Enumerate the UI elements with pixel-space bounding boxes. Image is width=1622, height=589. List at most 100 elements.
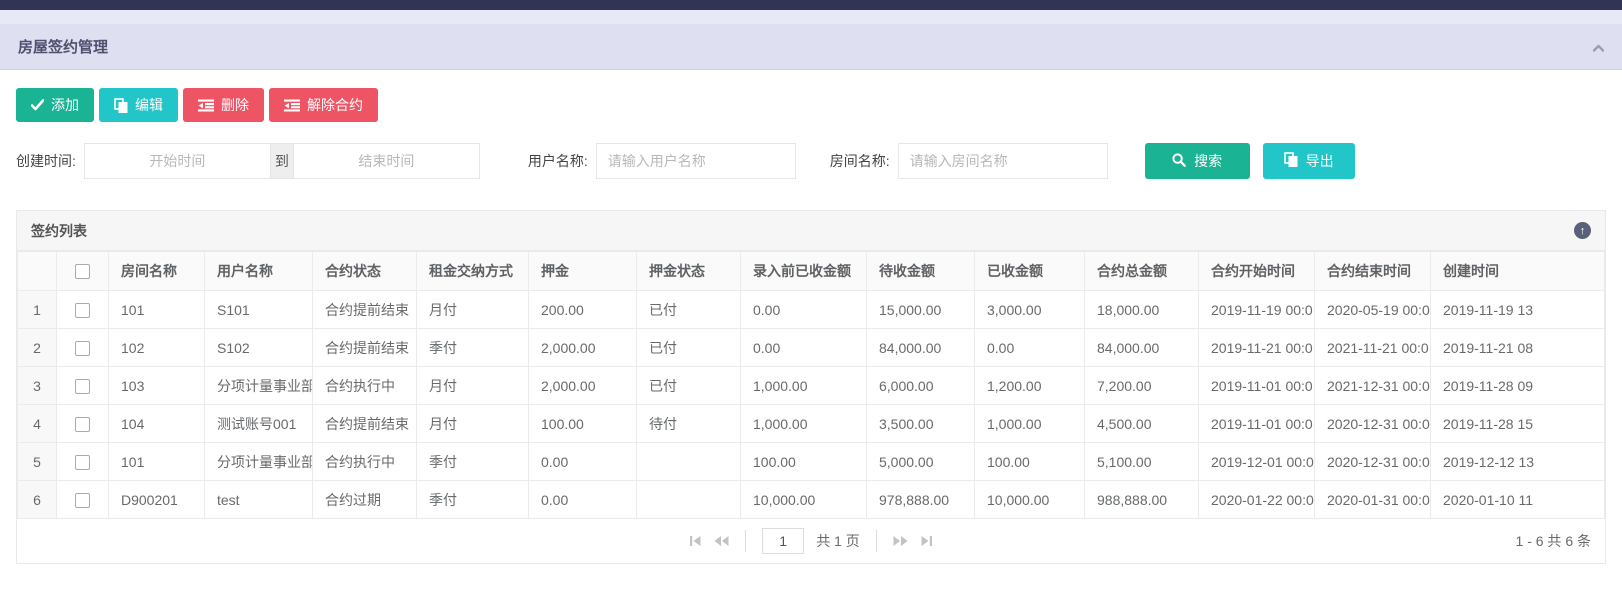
page-number-input[interactable] — [762, 528, 804, 554]
cell-user-name: 分项计量事业部- — [205, 443, 313, 481]
cell-start-time: 2019-11-21 00:0 — [1199, 329, 1315, 367]
row-number-header — [18, 252, 57, 291]
cell-contract-total: 7,200.00 — [1085, 367, 1199, 405]
col-pre-received: 录入前已收金额 — [741, 252, 867, 291]
total-pages-label: 共 1 页 — [816, 531, 860, 551]
outdent-icon — [198, 99, 214, 112]
table-row[interactable]: 5 101分项计量事业部-合约执行中季付0.00100.005,000.0010… — [18, 443, 1605, 481]
row-select-cell — [57, 405, 109, 443]
prev-page-icon[interactable] — [714, 535, 729, 547]
panel-title: 签约列表 — [31, 221, 87, 241]
cell-received: 1,200.00 — [975, 367, 1085, 405]
cell-pre-received: 1,000.00 — [741, 405, 867, 443]
cell-pay-method: 季付 — [417, 481, 529, 519]
row-number: 6 — [18, 481, 57, 519]
terminate-contract-button[interactable]: 解除合约 — [269, 88, 378, 122]
contract-list-panel: 签约列表 ↑ 房间名称 用户名称 合约状态 租金交纳方式 — [16, 210, 1606, 564]
cell-deposit: 2,000.00 — [529, 329, 637, 367]
page-header: 房屋签约管理 — [0, 24, 1622, 70]
cell-contract-status: 合约提前结束 — [313, 329, 417, 367]
contract-table: 房间名称 用户名称 合约状态 租金交纳方式 押金 押金状态 录入前已收金额 待收… — [17, 251, 1605, 519]
cell-receivable: 5,000.00 — [867, 443, 975, 481]
cell-deposit-status: 待付 — [637, 405, 741, 443]
start-time-input[interactable] — [85, 144, 270, 178]
check-icon — [31, 99, 44, 111]
export-button[interactable]: 导出 — [1263, 143, 1355, 179]
cell-deposit-status — [637, 481, 741, 519]
user-name-input[interactable] — [596, 143, 796, 179]
row-number: 2 — [18, 329, 57, 367]
cell-end-time: 2021-11-21 00:0 — [1315, 329, 1431, 367]
cell-contract-status: 合约过期 — [313, 481, 417, 519]
cell-pay-method: 月付 — [417, 405, 529, 443]
col-contract-status: 合约状态 — [313, 252, 417, 291]
cell-received: 0.00 — [975, 329, 1085, 367]
cell-receivable: 6,000.00 — [867, 367, 975, 405]
action-toolbar: 添加 编辑 删除 解除合约 — [16, 88, 1606, 122]
cell-room-name: 101 — [109, 443, 205, 481]
circle-arrow-up-icon[interactable]: ↑ — [1574, 222, 1591, 239]
cell-end-time: 2020-12-31 00:0 — [1315, 405, 1431, 443]
cell-pre-received: 100.00 — [741, 443, 867, 481]
end-time-input[interactable] — [294, 144, 479, 178]
copy-icon — [114, 98, 128, 113]
row-checkbox[interactable] — [75, 379, 90, 394]
table-header-row: 房间名称 用户名称 合约状态 租金交纳方式 押金 押金状态 录入前已收金额 待收… — [18, 252, 1605, 291]
cell-receivable: 978,888.00 — [867, 481, 975, 519]
cell-receivable: 3,500.00 — [867, 405, 975, 443]
select-all-header — [57, 252, 109, 291]
cell-pay-method: 季付 — [417, 329, 529, 367]
cell-user-name: test — [205, 481, 313, 519]
next-page-icon[interactable] — [893, 535, 908, 547]
cell-contract-status: 合约执行中 — [313, 443, 417, 481]
row-checkbox[interactable] — [75, 341, 90, 356]
table-row[interactable]: 2 102S102合约提前结束季付2,000.00已付0.0084,000.00… — [18, 329, 1605, 367]
edit-button[interactable]: 编辑 — [99, 88, 178, 122]
row-select-cell — [57, 291, 109, 329]
row-select-cell — [57, 443, 109, 481]
col-contract-total: 合约总金额 — [1085, 252, 1199, 291]
filter-bar: 创建时间: 到 用户名称: 房间名称: 搜索 导出 — [16, 143, 1606, 179]
sub-strip — [0, 10, 1622, 24]
col-start-time: 合约开始时间 — [1199, 252, 1315, 291]
cell-contract-status: 合约提前结束 — [313, 291, 417, 329]
cell-end-time: 2021-12-31 00:0 — [1315, 367, 1431, 405]
row-number: 4 — [18, 405, 57, 443]
search-button[interactable]: 搜索 — [1145, 143, 1250, 179]
cell-pre-received: 0.00 — [741, 291, 867, 329]
row-checkbox[interactable] — [75, 493, 90, 508]
row-checkbox[interactable] — [75, 417, 90, 432]
cell-create-time: 2020-01-10 11 — [1431, 481, 1605, 519]
table-row[interactable]: 3 103分项计量事业部-合约执行中月付2,000.00已付1,000.006,… — [18, 367, 1605, 405]
user-name-label: 用户名称: — [528, 151, 588, 171]
select-all-checkbox[interactable] — [75, 264, 90, 279]
cell-received: 10,000.00 — [975, 481, 1085, 519]
pager-divider — [745, 530, 746, 552]
cell-deposit: 0.00 — [529, 481, 637, 519]
delete-button[interactable]: 删除 — [183, 88, 264, 122]
copy-icon — [1284, 152, 1298, 170]
table-row[interactable]: 6 D900201test合约过期季付0.0010,000.00978,888.… — [18, 481, 1605, 519]
collapse-chevron-icon[interactable] — [1593, 41, 1604, 52]
row-select-cell — [57, 367, 109, 405]
page-title: 房屋签约管理 — [18, 36, 108, 57]
cell-received: 1,000.00 — [975, 405, 1085, 443]
outdent-icon — [284, 99, 300, 112]
cell-end-time: 2020-12-31 00:0 — [1315, 443, 1431, 481]
cell-contract-total: 84,000.00 — [1085, 329, 1199, 367]
col-pay-method: 租金交纳方式 — [417, 252, 529, 291]
add-button[interactable]: 添加 — [16, 88, 94, 122]
row-checkbox[interactable] — [75, 303, 90, 318]
first-page-icon[interactable] — [689, 535, 702, 547]
table-row[interactable]: 4 104测试账号001合约提前结束月付100.00待付1,000.003,50… — [18, 405, 1605, 443]
cell-contract-total: 988,888.00 — [1085, 481, 1199, 519]
cell-create-time: 2019-11-19 13 — [1431, 291, 1605, 329]
pager-divider — [876, 530, 877, 552]
row-checkbox[interactable] — [75, 455, 90, 470]
room-name-input[interactable] — [898, 143, 1108, 179]
col-end-time: 合约结束时间 — [1315, 252, 1431, 291]
last-page-icon[interactable] — [920, 535, 933, 547]
cell-user-name: S101 — [205, 291, 313, 329]
table-row[interactable]: 1 101S101合约提前结束月付200.00已付0.0015,000.003,… — [18, 291, 1605, 329]
row-select-cell — [57, 481, 109, 519]
